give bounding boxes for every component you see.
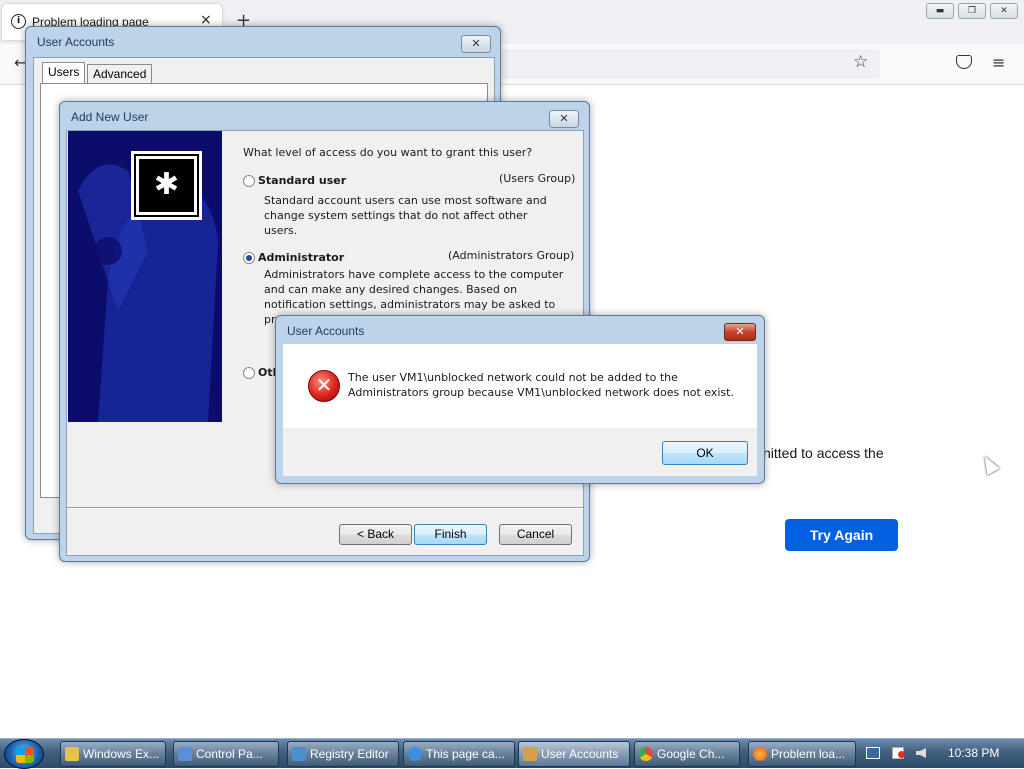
error-message-line2: Administrators group because VM1\unblock… <box>348 386 734 399</box>
close-button[interactable]: ✕ <box>724 323 756 341</box>
action-center-flag-icon[interactable] <box>892 747 905 759</box>
firefox-icon <box>753 747 767 761</box>
close-button[interactable]: ✕ <box>461 35 491 53</box>
pocket-icon[interactable] <box>956 55 972 69</box>
control-panel-icon <box>178 747 192 761</box>
error-button-bar: OK <box>283 428 757 476</box>
error-icon: ✕ <box>308 370 340 402</box>
other-radio[interactable] <box>243 367 255 379</box>
tab-users[interactable]: Users <box>42 62 86 84</box>
access-question: What level of access do you want to gran… <box>243 146 533 159</box>
window-close-button[interactable]: ✕ <box>990 3 1018 19</box>
standard-user-description: Standard account users can use most soft… <box>264 194 547 237</box>
key-icon: ✱ <box>131 151 202 220</box>
hamburger-menu-icon[interactable]: ≡ <box>992 53 1005 72</box>
administrator-radio[interactable] <box>243 252 255 264</box>
administrator-label[interactable]: Administrator <box>258 250 344 265</box>
start-button[interactable] <box>4 739 44 769</box>
taskbar-item-windows-explorer[interactable]: Windows Ex... <box>60 741 166 767</box>
error-description-text: nitted to access the <box>763 445 884 461</box>
try-again-button[interactable]: Try Again <box>785 519 898 551</box>
taskbar-item-firefox[interactable]: Problem loa... <box>748 741 856 767</box>
registry-icon <box>292 747 306 761</box>
back-button[interactable]: < Back <box>339 524 412 545</box>
mouse-cursor-icon <box>978 452 1000 476</box>
error-message-line1: The user VM1\unblocked network could not… <box>348 371 678 384</box>
windows-logo-icon <box>16 747 34 763</box>
user-accounts-icon <box>523 747 537 761</box>
taskbar-item-user-accounts[interactable]: User Accounts <box>518 741 630 767</box>
system-tray: 10:38 PM <box>860 739 1024 769</box>
taskbar-item-chrome[interactable]: Google Ch... <box>634 741 740 767</box>
taskbar: Windows Ex... Control Pa... Registry Edi… <box>0 738 1024 769</box>
wizard-separator <box>67 507 583 509</box>
error-dialog: User Accounts ✕ ✕ The user VM1\unblocked… <box>275 315 765 484</box>
window-title: User Accounts <box>37 35 115 49</box>
finish-button[interactable]: Finish <box>414 524 487 545</box>
internet-explorer-icon <box>408 747 422 761</box>
users-group-label: (Users Group) <box>499 172 576 185</box>
network-icon[interactable] <box>866 747 880 759</box>
close-button[interactable]: ✕ <box>549 110 579 128</box>
cancel-button[interactable]: Cancel <box>499 524 572 545</box>
restore-button[interactable]: ❐ <box>958 3 986 19</box>
wizard-side-banner: ✱ <box>68 131 222 422</box>
taskbar-item-control-panel[interactable]: Control Pa... <box>173 741 279 767</box>
chrome-icon <box>639 747 653 761</box>
administrators-group-label: (Administrators Group) <box>448 249 575 262</box>
minimize-button[interactable]: ▬ <box>926 3 954 19</box>
info-icon: i <box>11 14 26 29</box>
taskbar-item-registry-editor[interactable]: Registry Editor <box>287 741 399 767</box>
standard-user-label[interactable]: Standard user <box>258 173 346 188</box>
window-title: Add New User <box>71 110 149 124</box>
error-message-area: ✕ The user VM1\unblocked network could n… <box>283 344 757 428</box>
ok-button[interactable]: OK <box>662 441 748 465</box>
speaker-icon[interactable] <box>916 748 926 758</box>
clock[interactable]: 10:38 PM <box>948 746 999 760</box>
standard-user-radio[interactable] <box>243 175 255 187</box>
dialog-title: User Accounts <box>287 324 365 338</box>
folder-icon <box>65 747 79 761</box>
taskbar-item-ie[interactable]: This page ca... <box>403 741 515 767</box>
bookmark-star-icon[interactable]: ☆ <box>853 52 868 72</box>
tab-advanced[interactable]: Advanced <box>87 64 153 84</box>
